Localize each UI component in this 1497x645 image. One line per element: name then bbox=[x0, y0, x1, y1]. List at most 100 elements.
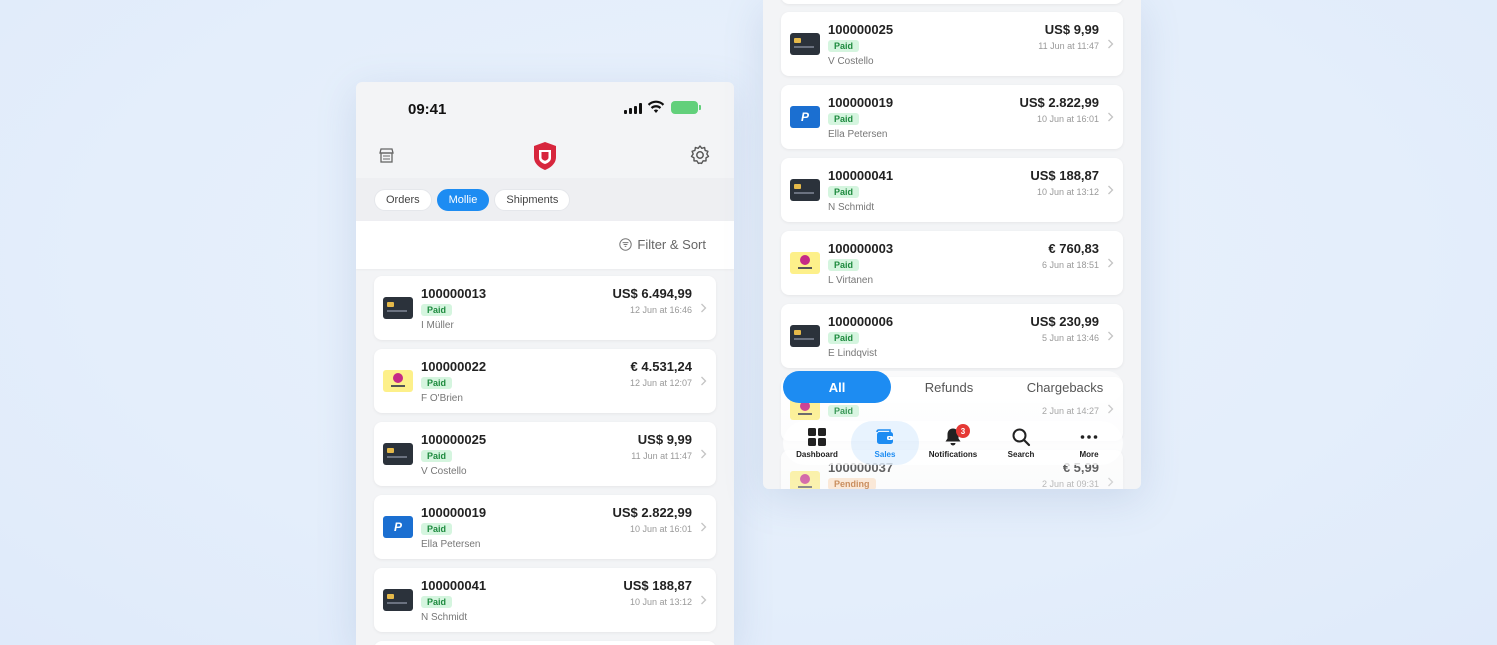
status-time: 09:41 bbox=[408, 101, 447, 118]
order-id: 100000041 bbox=[828, 168, 894, 183]
paypal-icon: P bbox=[790, 106, 820, 128]
order-date: 2 Jun at 14:27 bbox=[1041, 406, 1099, 416]
app-logo bbox=[534, 142, 556, 170]
top-nav bbox=[356, 134, 734, 178]
order-date: 11 Jun at 11:47 bbox=[631, 451, 692, 461]
customer-name: V Costello bbox=[828, 56, 874, 67]
signal-icon bbox=[624, 103, 642, 114]
tab-notifications[interactable]: 3 Notifications bbox=[919, 421, 987, 465]
store-icon[interactable] bbox=[378, 147, 395, 164]
status-badge: Paid bbox=[421, 523, 453, 535]
chevron-right-icon bbox=[701, 522, 707, 532]
order-amount: US$ 188,87 bbox=[1030, 168, 1099, 183]
tab-orders[interactable]: Orders bbox=[374, 188, 432, 211]
order-id: 100000003 bbox=[828, 241, 894, 256]
phone-screen-right: 100000025 Paid V Costello US$ 9,99 11 Ju… bbox=[763, 0, 1141, 489]
tab-label: Search bbox=[1007, 450, 1035, 459]
order-date: 10 Jun at 13:12 bbox=[1036, 187, 1099, 197]
wifi-icon bbox=[647, 100, 665, 113]
tab-label: Dashboard bbox=[796, 450, 838, 459]
order-row[interactable] bbox=[374, 641, 716, 645]
order-row[interactable]: 100000022 Paid F O'Brien € 4.531,24 12 J… bbox=[374, 349, 716, 413]
order-amount: US$ 2.822,99 bbox=[1019, 95, 1099, 110]
order-date: 10 Jun at 16:01 bbox=[1036, 114, 1099, 124]
chevron-right-icon bbox=[1108, 185, 1114, 195]
chevron-right-icon bbox=[1108, 112, 1114, 122]
filter-refunds[interactable]: Refunds bbox=[891, 371, 1007, 403]
filter-all[interactable]: All bbox=[783, 371, 891, 403]
order-row[interactable]: 100000006 Paid E Lindqvist US$ 230,99 5 … bbox=[781, 304, 1123, 368]
customer-name: F O'Brien bbox=[421, 393, 463, 404]
order-row[interactable]: 100000003 Paid L Virtanen € 760,83 6 Jun… bbox=[781, 231, 1123, 295]
credit-card-icon bbox=[790, 325, 820, 347]
tab-shipments[interactable]: Shipments bbox=[494, 188, 571, 211]
order-amount: € 760,83 bbox=[1048, 241, 1099, 256]
status-badge: Paid bbox=[421, 450, 453, 462]
filter-chargebacks[interactable]: Chargebacks bbox=[1007, 371, 1123, 403]
status-badge: Paid bbox=[421, 596, 453, 608]
order-amount: US$ 2.822,99 bbox=[612, 505, 692, 520]
tab-dashboard[interactable]: Dashboard bbox=[783, 421, 851, 465]
dashboard-icon bbox=[808, 428, 826, 446]
segment-tabs: Orders Mollie Shipments bbox=[356, 178, 734, 221]
status-badge: Paid bbox=[421, 377, 453, 389]
order-date: 11 Jun at 11:47 bbox=[1038, 41, 1099, 51]
status-badge: Paid bbox=[828, 259, 860, 271]
order-row[interactable]: P 100000019 Paid Ella Petersen US$ 2.822… bbox=[374, 495, 716, 559]
tab-more[interactable]: More bbox=[1055, 421, 1123, 465]
order-id: 100000022 bbox=[421, 359, 487, 374]
order-id: 100000019 bbox=[828, 95, 894, 110]
order-row[interactable]: 100000013 Paid I Müller US$ 6.494,99 12 … bbox=[374, 276, 716, 340]
customer-name: L Virtanen bbox=[828, 275, 874, 286]
chevron-right-icon bbox=[701, 449, 707, 459]
order-amount: US$ 188,87 bbox=[623, 578, 692, 593]
klarna-icon bbox=[790, 471, 820, 489]
chevron-right-icon bbox=[1108, 331, 1114, 341]
chevron-right-icon bbox=[701, 303, 707, 313]
order-date: 2 Jun at 09:31 bbox=[1041, 479, 1099, 489]
klarna-icon bbox=[790, 252, 820, 274]
tab-mollie[interactable]: Mollie bbox=[436, 188, 490, 211]
status-badge: Pending bbox=[828, 478, 876, 489]
notification-count-badge: 3 bbox=[956, 424, 970, 438]
order-amount: US$ 9,99 bbox=[1044, 22, 1099, 37]
tab-search[interactable]: Search bbox=[987, 421, 1055, 465]
order-row[interactable]: 100000041 Paid N Schmidt US$ 188,87 10 J… bbox=[374, 568, 716, 632]
order-row[interactable]: 100000041 Paid N Schmidt US$ 188,87 10 J… bbox=[781, 158, 1123, 222]
credit-card-icon bbox=[383, 589, 413, 611]
order-id: 100000041 bbox=[421, 578, 487, 593]
order-amount: US$ 230,99 bbox=[1030, 314, 1099, 329]
tab-label: More bbox=[1079, 450, 1099, 459]
wallet-icon bbox=[876, 429, 893, 444]
credit-card-icon bbox=[383, 443, 413, 465]
filter-icon bbox=[619, 238, 633, 251]
search-icon bbox=[1012, 428, 1031, 447]
chevron-right-icon bbox=[1108, 258, 1114, 268]
chevron-right-icon bbox=[1108, 477, 1114, 487]
order-date: 5 Jun at 13:46 bbox=[1041, 333, 1099, 343]
order-row[interactable]: 100000025 Paid V Costello US$ 9,99 11 Ju… bbox=[781, 12, 1123, 76]
order-id: 100000013 bbox=[421, 286, 487, 301]
paypal-icon: P bbox=[383, 516, 413, 538]
order-list: 100000025 Paid V Costello US$ 9,99 11 Ju… bbox=[763, 0, 1141, 489]
order-row[interactable]: P 100000019 Paid Ella Petersen US$ 2.822… bbox=[781, 85, 1123, 149]
order-list: 100000013 Paid I Müller US$ 6.494,99 12 … bbox=[356, 269, 734, 645]
order-id: 100000025 bbox=[421, 432, 487, 447]
customer-name: I Müller bbox=[421, 320, 454, 331]
customer-name: N Schmidt bbox=[828, 202, 875, 213]
order-row[interactable] bbox=[781, 0, 1123, 4]
tab-label: Sales bbox=[874, 450, 896, 459]
filter-bar: Filter & Sort bbox=[356, 221, 734, 269]
status-badge: Paid bbox=[421, 304, 453, 316]
order-row[interactable]: 100000025 Paid V Costello US$ 9,99 11 Ju… bbox=[374, 422, 716, 486]
credit-card-icon bbox=[790, 33, 820, 55]
filter-sort-button[interactable]: Filter & Sort bbox=[619, 237, 706, 252]
chevron-right-icon bbox=[701, 595, 707, 605]
tab-sales[interactable]: Sales bbox=[851, 421, 919, 465]
chevron-right-icon bbox=[701, 376, 707, 386]
gear-icon[interactable] bbox=[689, 144, 711, 166]
order-id: 100000025 bbox=[828, 22, 894, 37]
order-date: 12 Jun at 12:07 bbox=[629, 378, 692, 388]
order-id: 100000006 bbox=[828, 314, 894, 329]
customer-name: V Costello bbox=[421, 466, 467, 477]
